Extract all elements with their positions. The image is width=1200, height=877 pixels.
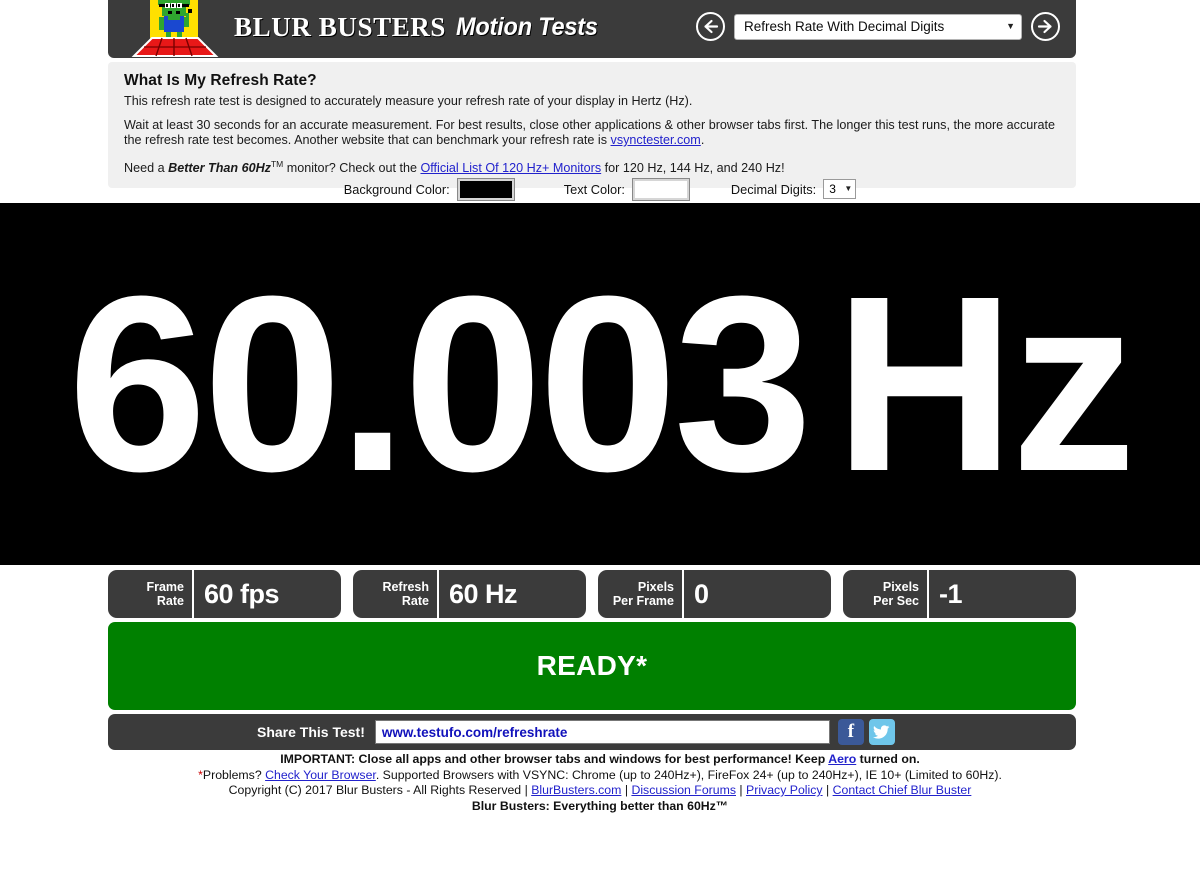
- brand-name: BLUR BUSTERS: [234, 11, 447, 42]
- footer-separator-3: |: [822, 783, 833, 797]
- stat-label: Refresh Rate: [353, 570, 439, 618]
- chevron-down-icon: ▼: [1006, 21, 1015, 31]
- stat-label: Pixels Per Sec: [843, 570, 929, 618]
- twitter-bird-icon: [873, 725, 890, 739]
- background-color-swatch[interactable]: [456, 177, 515, 201]
- arrow-left-icon: [704, 19, 719, 34]
- stat-frame-rate: Frame Rate 60 fps: [108, 570, 341, 618]
- next-test-button[interactable]: [1031, 12, 1060, 41]
- display-controls: Background Color: Text Color: Decimal Di…: [0, 176, 1200, 202]
- brand-title: BLUR BUSTERS Motion Tests: [234, 8, 607, 46]
- footer-line-3: Copyright (C) 2017 Blur Busters - All Ri…: [0, 783, 1200, 799]
- footer-line-1: IMPORTANT: Close all apps and other brow…: [0, 752, 1200, 768]
- background-color-label: Background Color:: [343, 181, 450, 197]
- footer-line2-text-b: . Supported Browsers with VSYNC: Chrome …: [375, 767, 1002, 782]
- stat-pixels-per-frame: Pixels Per Frame 0: [598, 570, 831, 618]
- footer-separator-1: |: [621, 783, 632, 797]
- decimal-digits-control: Decimal Digits: 3 ▼: [730, 179, 857, 199]
- status-banner: READY*: [108, 622, 1076, 710]
- stat-value: 60 Hz: [449, 578, 518, 609]
- text-color-label: Text Color:: [563, 181, 625, 197]
- privacy-policy-link[interactable]: Privacy Policy: [746, 783, 823, 797]
- social-buttons: f: [837, 719, 895, 745]
- monitor-list-link[interactable]: Official List Of 120 Hz+ Monitors: [420, 161, 601, 175]
- test-navigation: Refresh Rate With Decimal Digits ▼: [696, 12, 1060, 41]
- footer-line2-text-a: Problems?: [202, 767, 266, 782]
- aero-link[interactable]: Aero: [828, 752, 856, 766]
- blur-busters-logo[interactable]: [128, 0, 220, 58]
- stat-refresh-rate: Refresh Rate 60 Hz: [353, 570, 586, 618]
- page-root: BLUR BUSTERS Motion Tests Refresh Rate W…: [0, 0, 1200, 877]
- page-title: What Is My Refresh Rate?: [124, 72, 317, 89]
- stat-label-line2: Rate: [401, 594, 429, 608]
- info-para3-text-a: Need a: [124, 160, 169, 175]
- test-select-value: Refresh Rate With Decimal Digits: [744, 19, 945, 34]
- text-color-control: Text Color:: [563, 177, 690, 201]
- trademark-superscript: TM: [270, 158, 284, 169]
- stats-row: Frame Rate 60 fps Refresh Rate 60 Hz Pix…: [108, 570, 1076, 618]
- footer-line1-text-b: turned on.: [856, 752, 920, 766]
- vsynctester-link[interactable]: vsynctester.com: [611, 133, 701, 147]
- contact-link[interactable]: Contact Chief Blur Buster: [833, 783, 972, 797]
- text-color-swatch[interactable]: [631, 177, 690, 201]
- stat-label-line2: Per Sec: [873, 594, 919, 608]
- stat-label-line2: Per Frame: [612, 594, 674, 608]
- refresh-rate-unit: Hz: [834, 244, 1137, 523]
- stat-label: Pixels Per Frame: [598, 570, 684, 618]
- stat-label-line1: Pixels: [637, 580, 674, 594]
- stat-value: 60 fps: [204, 578, 280, 609]
- arrow-right-icon: [1037, 19, 1052, 34]
- footer-line1-text-a: IMPORTANT: Close all apps and other brow…: [280, 752, 829, 766]
- stat-pixels-per-sec: Pixels Per Sec -1: [843, 570, 1076, 618]
- refresh-rate-display: 60.003 Hz: [0, 203, 1200, 565]
- page-footer: IMPORTANT: Close all apps and other brow…: [0, 752, 1200, 814]
- facebook-icon[interactable]: f: [837, 719, 864, 745]
- info-para2-text-a: Wait at least 30 seconds for an accurate…: [124, 117, 1055, 148]
- stat-label-line1: Pixels: [882, 580, 919, 594]
- info-para3-text-c: for 120 Hz, 144 Hz, and 240 Hz!: [601, 160, 785, 175]
- stat-value: 0: [694, 578, 709, 609]
- info-para3-text-b: monitor? Check out the: [283, 160, 421, 175]
- refresh-rate-value: 60.003: [67, 244, 813, 523]
- check-your-browser-link[interactable]: Check Your Browser: [265, 768, 376, 782]
- share-url-input[interactable]: www.testufo.com/refreshrate: [374, 720, 830, 744]
- share-label: Share This Test!: [257, 724, 365, 740]
- alien-logo-icon: [131, 0, 219, 57]
- brand-subtitle: Motion Tests: [456, 12, 598, 41]
- info-panel: What Is My Refresh Rate? This refresh ra…: [108, 62, 1076, 189]
- stat-label-line1: Refresh: [382, 580, 429, 594]
- info-para2-text-b: .: [700, 133, 705, 147]
- previous-test-button[interactable]: [696, 12, 725, 41]
- chevron-down-icon: ▼: [844, 184, 853, 193]
- blurbusters-link[interactable]: BlurBusters.com: [531, 783, 621, 797]
- decimal-digits-select[interactable]: 3 ▼: [823, 179, 857, 199]
- better-than-60hz-emphasis: Better Than 60Hz: [168, 160, 271, 175]
- decimal-digits-label: Decimal Digits:: [730, 181, 817, 197]
- background-color-control: Background Color:: [343, 177, 515, 201]
- footer-separator-2: |: [736, 783, 747, 797]
- test-select[interactable]: Refresh Rate With Decimal Digits ▼: [734, 13, 1022, 40]
- footer-tagline: Blur Busters: Everything better than 60H…: [471, 798, 729, 813]
- info-paragraph-3: Need a Better Than 60HzTM monitor? Check…: [124, 157, 1060, 177]
- stat-label-line2: Rate: [156, 594, 184, 608]
- info-paragraph-1: This refresh rate test is designed to ac…: [124, 94, 1060, 110]
- share-bar: Share This Test! www.testufo.com/refresh…: [108, 714, 1076, 750]
- info-para1-text: This refresh rate test is designed to ac…: [124, 94, 693, 108]
- footer-line-2: *Problems? Check Your Browser. Supported…: [0, 768, 1200, 784]
- copyright-text: Copyright (C) 2017 Blur Busters - All Ri…: [228, 783, 532, 797]
- stat-label: Frame Rate: [108, 570, 194, 618]
- discussion-forums-link[interactable]: Discussion Forums: [631, 783, 736, 797]
- stat-label-line1: Frame: [146, 580, 184, 594]
- site-header: BLUR BUSTERS Motion Tests Refresh Rate W…: [108, 0, 1076, 58]
- stat-value: -1: [939, 578, 963, 609]
- decimal-digits-value: 3: [829, 182, 836, 196]
- info-paragraph-2: Wait at least 30 seconds for an accurate…: [124, 118, 1060, 149]
- twitter-icon[interactable]: [868, 719, 895, 745]
